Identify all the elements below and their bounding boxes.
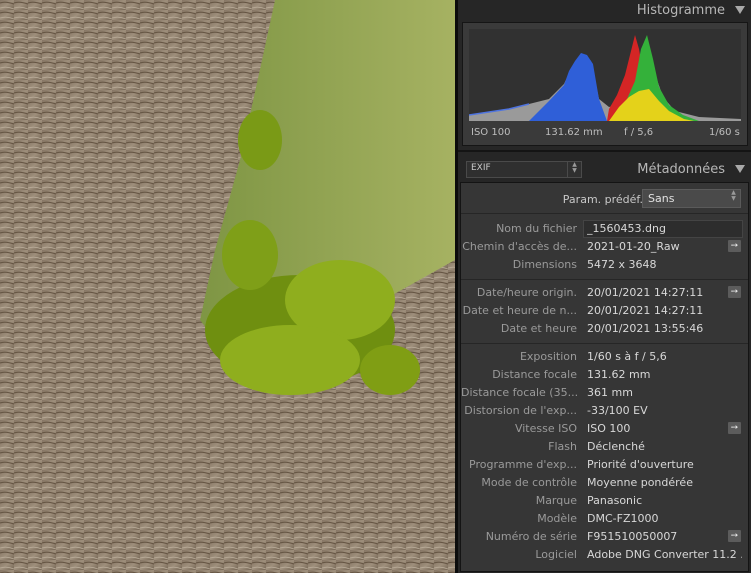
meta-label: Mode de contrôle	[481, 476, 577, 489]
photo-preview	[0, 0, 455, 573]
meta-label: Dimensions	[512, 258, 577, 271]
histogram-panel: ISO 100 131.62 mm f / 5,6 1/60 s	[462, 22, 748, 146]
meta-value: 361 mm	[587, 386, 633, 399]
histogram-title: Histogramme	[636, 3, 725, 18]
section-rule	[461, 343, 748, 344]
meta-value: 1/60 s à f / 5,6	[587, 350, 667, 363]
histogram-focal: 131.62 mm	[545, 127, 603, 138]
section-rule	[461, 213, 748, 214]
collapse-triangle-icon[interactable]	[735, 165, 745, 173]
meta-label: Date et heure	[500, 322, 577, 335]
meta-value: Adobe DNG Converter 11.2 ...	[587, 548, 742, 561]
meta-value: 2021-01-20_Raw	[587, 240, 680, 253]
meta-row-focal: Distance focale 131.62 mm	[461, 366, 748, 384]
meta-label: Chemin d'accès de...	[462, 240, 577, 253]
arrow-right-icon[interactable]: ➙	[728, 286, 741, 298]
meta-value: 5472 x 3648	[587, 258, 657, 271]
histogram-shutter: 1/60 s	[709, 127, 740, 138]
meta-row-exposure: Exposition 1/60 s à f / 5,6	[461, 348, 748, 366]
meta-value: -33/100 EV	[587, 404, 648, 417]
select-arrows-icon: ▲ ▼	[726, 190, 740, 207]
meta-row-iso: Vitesse ISO ISO 100 ➙	[461, 420, 748, 438]
photo-image	[0, 0, 455, 573]
meta-value: _1560453.dng	[587, 222, 666, 235]
meta-label: Numéro de série	[485, 530, 577, 543]
meta-label: Date/heure origin.	[476, 286, 577, 299]
meta-row-serial: Numéro de série F951510050007 ➙	[461, 528, 748, 546]
meta-label: Marque	[535, 494, 577, 507]
meta-value: F951510050007	[587, 530, 678, 543]
right-panel: Histogramme ISO 100 131.62 mm f / 5,6 1/…	[458, 0, 751, 573]
meta-row-filename: Nom du fichier _1560453.dng	[461, 220, 748, 238]
meta-label: Logiciel	[535, 548, 577, 561]
meta-value: Moyenne pondérée	[587, 476, 693, 489]
meta-label: Programme d'exp...	[469, 458, 577, 471]
meta-row-exposure-bias: Distorsion de l'exp... -33/100 EV	[461, 402, 748, 420]
meta-row-model: Modèle DMC-FZ1000	[461, 510, 748, 528]
panel-separator	[458, 150, 751, 152]
meta-value: 20/01/2021 14:27:11	[587, 286, 704, 299]
meta-value: 20/01/2021 14:27:11	[587, 304, 704, 317]
meta-label: Date et heure de n...	[462, 304, 577, 317]
meta-value: Priorité d'ouverture	[587, 458, 694, 471]
meta-row-datetime: Date et heure 20/01/2021 13:55:46	[461, 320, 748, 338]
meta-value: ISO 100	[587, 422, 631, 435]
meta-value: DMC-FZ1000	[587, 512, 659, 525]
meta-label: Vitesse ISO	[514, 422, 577, 435]
preset-value: Sans	[648, 192, 675, 205]
meta-row-date-original: Date/heure origin. 20/01/2021 14:27:11 ➙	[461, 284, 748, 302]
collapse-triangle-icon[interactable]	[735, 6, 745, 14]
metadata-title: Métadonnées	[637, 162, 725, 177]
meta-label: Nom du fichier	[496, 222, 577, 235]
meta-value: Panasonic	[587, 494, 643, 507]
metadata-header[interactable]: Métadonnées	[458, 159, 751, 181]
histogram-header[interactable]: Histogramme	[458, 0, 751, 22]
meta-row-path: Chemin d'accès de... 2021-01-20_Raw ➙	[461, 238, 748, 256]
arrow-right-icon[interactable]: ➙	[728, 530, 741, 542]
preset-dropdown[interactable]: Sans ▲ ▼	[642, 189, 741, 208]
meta-row-metering: Mode de contrôle Moyenne pondérée	[461, 474, 748, 492]
section-rule	[461, 279, 748, 280]
meta-label: Modèle	[537, 512, 577, 525]
histogram-graph	[468, 29, 741, 121]
histogram-aperture: f / 5,6	[624, 127, 654, 138]
meta-row-dimensions: Dimensions 5472 x 3648	[461, 256, 748, 274]
arrow-right-icon[interactable]: ➙	[728, 240, 741, 252]
meta-row-flash: Flash Déclenché	[461, 438, 748, 456]
meta-value: Déclenché	[587, 440, 645, 453]
arrow-right-icon[interactable]: ➙	[728, 422, 741, 434]
meta-row-focal35: Distance focale (35... 361 mm	[461, 384, 748, 402]
meta-value: 20/01/2021 13:55:46	[587, 322, 704, 335]
meta-label: Distance focale	[492, 368, 577, 381]
histogram-iso: ISO 100	[471, 127, 511, 138]
meta-row-date-digitized: Date et heure de n... 20/01/2021 14:27:1…	[461, 302, 748, 320]
meta-label: Flash	[548, 440, 577, 453]
meta-row-software: Logiciel Adobe DNG Converter 11.2 ...	[461, 546, 748, 564]
metadata-panel: Param. prédéf. Sans ▲ ▼ Nom du fichier _1…	[460, 182, 749, 572]
meta-label: Exposition	[519, 350, 577, 363]
preset-label: Param. prédéf.	[562, 193, 643, 206]
meta-label: Distorsion de l'exp...	[464, 404, 577, 417]
meta-value: 131.62 mm	[587, 368, 651, 381]
meta-row-make: Marque Panasonic	[461, 492, 748, 510]
meta-row-program: Programme d'exp... Priorité d'ouverture	[461, 456, 748, 474]
meta-label: Distance focale (35...	[461, 386, 577, 399]
